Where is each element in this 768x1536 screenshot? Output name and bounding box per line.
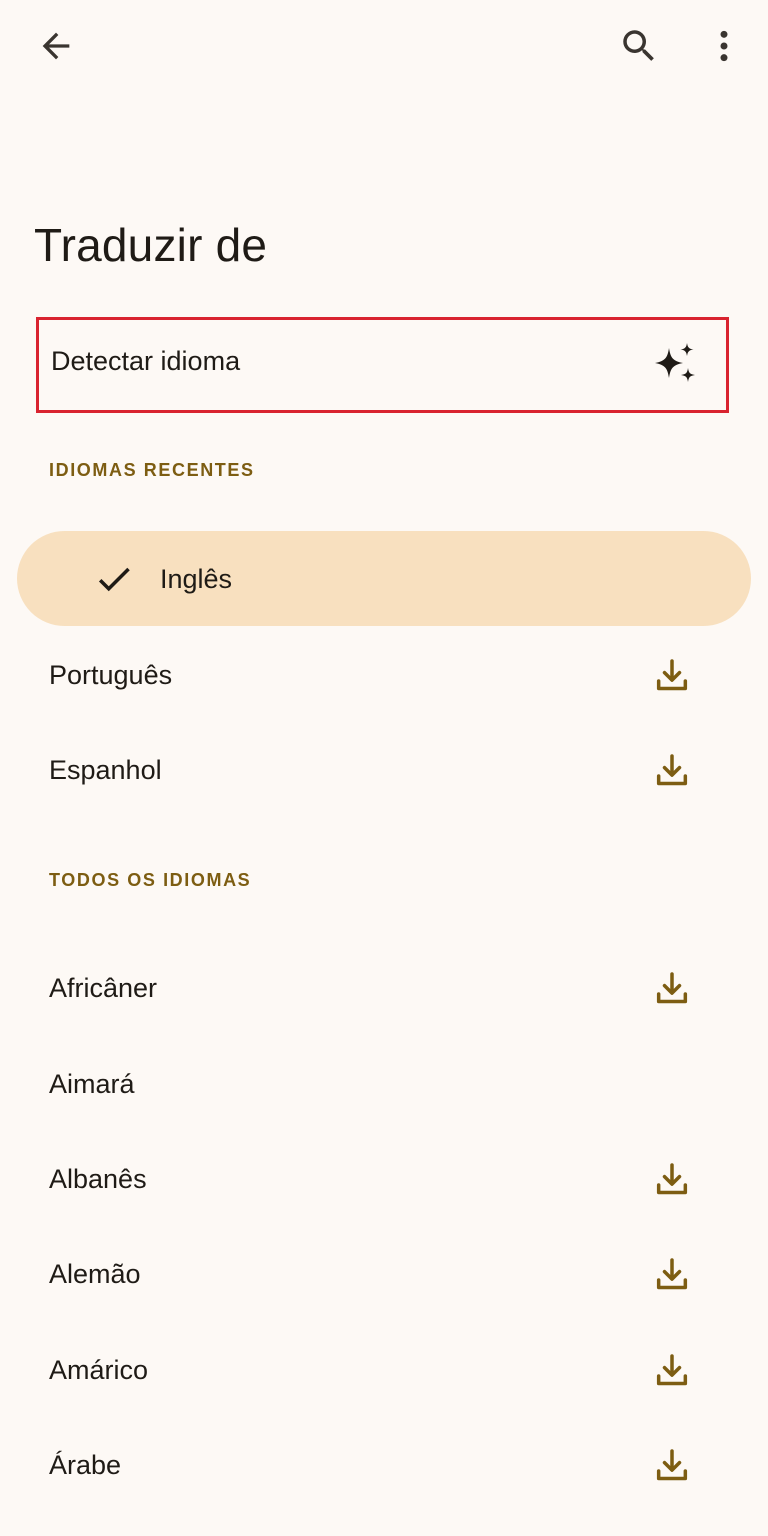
language-label: Aimará [49, 1069, 135, 1099]
sparkle-icon [655, 343, 695, 382]
translate-from-screen: Traduzir de Detectar idioma IDIOMAS RECE… [0, 0, 768, 1536]
download-icon[interactable] [652, 1255, 692, 1295]
download-icon[interactable] [652, 751, 692, 791]
page-title: Traduzir de [34, 219, 268, 271]
detect-language-label: Detectar idioma [51, 346, 241, 376]
language-label: Português [49, 660, 173, 690]
language-item-alemao[interactable]: Alemão [0, 1227, 768, 1322]
download-icon[interactable] [652, 1446, 692, 1486]
language-item-amarico[interactable]: Amárico [0, 1323, 768, 1418]
language-item-portugues[interactable]: Português [0, 628, 768, 723]
check-icon [98, 567, 130, 592]
arrow-left-icon [42, 32, 70, 60]
download-icon[interactable] [652, 969, 692, 1009]
language-item-ingles-selected[interactable]: Inglês [17, 531, 751, 626]
download-icon[interactable] [652, 1160, 692, 1200]
detect-language-item[interactable]: Detectar idioma [36, 317, 729, 413]
language-label: Inglês [160, 564, 233, 594]
search-button[interactable] [611, 18, 667, 74]
language-item-africaner[interactable]: Africâner [0, 941, 768, 1036]
language-item-aimara[interactable]: Aimará [0, 1037, 768, 1132]
top-app-bar [0, 0, 768, 96]
download-icon[interactable] [652, 656, 692, 696]
language-label: Espanhol [49, 755, 162, 785]
language-label: Albanês [49, 1164, 147, 1194]
language-label: Africâner [49, 973, 158, 1003]
language-item-espanhol[interactable]: Espanhol [0, 723, 768, 818]
language-item-arabe[interactable]: Árabe [0, 1418, 768, 1513]
language-label: Alemão [49, 1259, 141, 1289]
language-label: Árabe [49, 1450, 122, 1480]
search-icon [623, 30, 654, 61]
more-vertical-icon [720, 30, 728, 62]
download-icon[interactable] [652, 1351, 692, 1391]
all-languages-header: TODOS OS IDIOMAS [49, 870, 252, 890]
more-options-button[interactable] [696, 18, 752, 74]
language-label: Amárico [49, 1355, 149, 1385]
recent-languages-header: IDIOMAS RECENTES [49, 460, 255, 480]
back-button[interactable] [28, 18, 84, 74]
language-item-albanes[interactable]: Albanês [0, 1132, 768, 1227]
